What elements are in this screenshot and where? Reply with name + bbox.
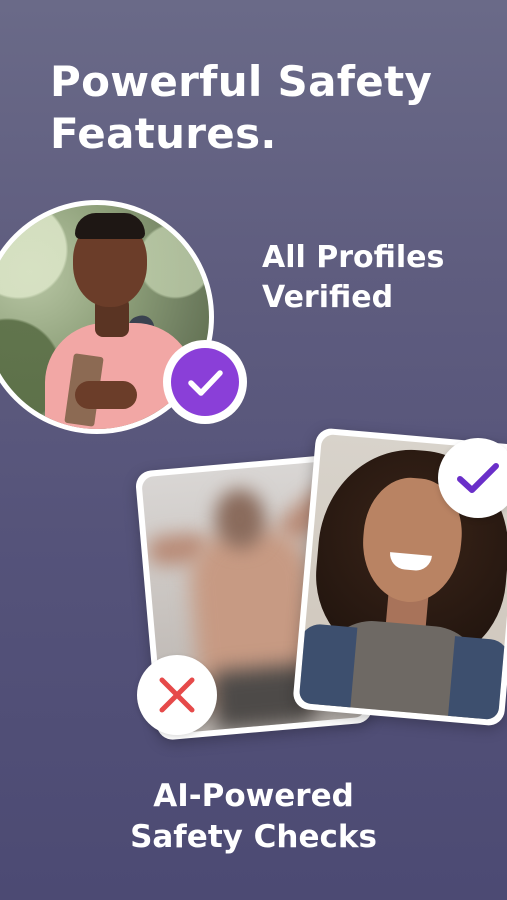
rejected-badge [137, 655, 217, 735]
cross-icon [159, 677, 195, 713]
ai-feature-caption: AI-Powered Safety Checks [0, 776, 507, 858]
safety-features-screen: Powerful Safety Features. All Profiles V… [0, 0, 507, 900]
checkmark-icon [188, 370, 223, 396]
photo-jacket-right [446, 636, 507, 721]
verified-badge-fill [171, 348, 239, 416]
verified-caption-line-2: Verified [262, 280, 394, 315]
verified-badge [163, 340, 247, 424]
checkmark-icon [457, 463, 499, 493]
page-title: Powerful Safety Features. [50, 56, 470, 160]
photo-jacket-left [298, 622, 358, 721]
verified-caption-line-1: All Profiles [262, 240, 445, 275]
ai-caption-line-1: AI-Powered [153, 778, 354, 814]
approved-badge [438, 438, 507, 518]
avatar-arm [75, 381, 137, 409]
ai-caption-line-2: Safety Checks [130, 819, 377, 855]
page-title-line-1: Powerful Safety [50, 57, 433, 106]
avatar-hair [75, 213, 145, 239]
page-title-line-2: Features. [50, 109, 277, 158]
verified-feature-caption: All Profiles Verified [262, 238, 444, 318]
